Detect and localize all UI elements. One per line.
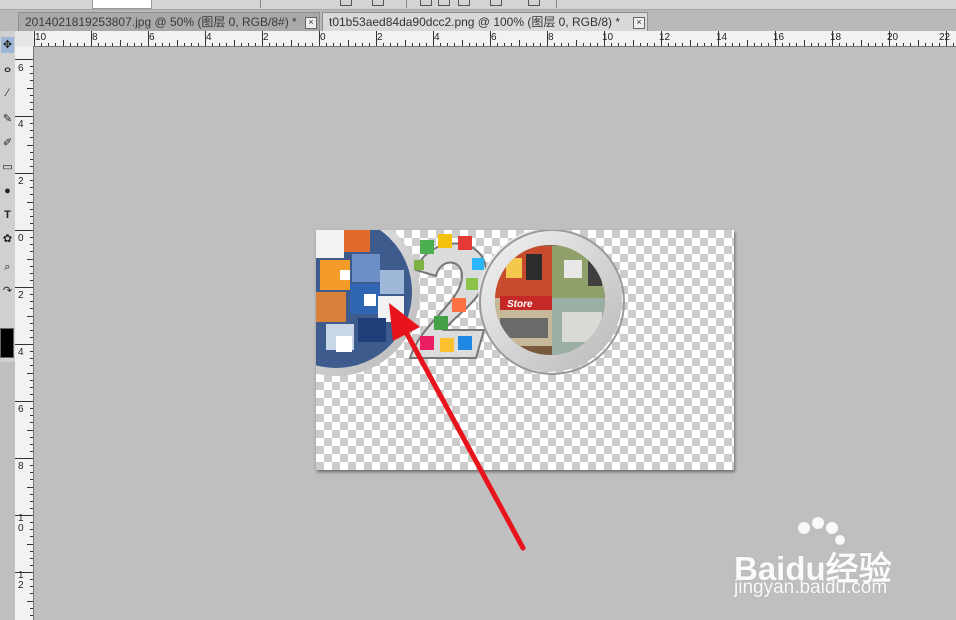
distribute-icon[interactable] (438, 0, 450, 6)
baidu-watermark: Baidu经验 jingyan.baidu.com (734, 514, 956, 620)
ruler-origin[interactable] (15, 31, 34, 47)
zoom-tool-icon[interactable]: ⌕ (1, 259, 14, 275)
ruler-label: 0 (18, 233, 24, 244)
options-bar (0, 0, 956, 10)
distribute-icon[interactable] (420, 0, 432, 6)
options-separator (556, 0, 557, 8)
type-tool-icon[interactable]: T (1, 207, 14, 223)
close-icon[interactable]: × (305, 17, 317, 29)
ruler-label: 4 (18, 119, 24, 130)
brush-tool-icon[interactable]: ✎ (1, 111, 14, 127)
watermark-url: jingyan.baidu.com (734, 577, 888, 598)
ruler-label: 4 (18, 347, 24, 358)
ruler-label: 14 (716, 32, 728, 43)
tab-document-1-label: 2014021819253807.jpg @ 50% (图层 0, RGB/8#… (25, 15, 297, 29)
ruler-label: 0 (320, 32, 326, 43)
dodge-tool-icon[interactable]: ● (1, 183, 14, 199)
vertical-ruler[interactable]: 6 4 2 0 2 4 6 8 10 12 (15, 46, 34, 620)
ruler-label: 6 (18, 63, 24, 74)
horizontal-ruler[interactable]: 10 8 6 4 2 0 2 4 6 8 10 12 14 16 18 20 2… (33, 31, 956, 47)
document-canvas[interactable]: Store (316, 230, 734, 470)
options-separator (406, 0, 407, 8)
ruler-label: 22 (939, 32, 951, 43)
eyedropper-tool-icon[interactable]: ⁄ (1, 85, 14, 101)
ruler-label: 20 (887, 32, 899, 43)
ruler-label: 2 (377, 32, 383, 43)
ruler-label: 8 (92, 32, 98, 43)
ruler-label: 12 (659, 32, 671, 43)
ruler-label: 12 (18, 570, 24, 591)
document-tab-bar: 2014021819253807.jpg @ 50% (图层 0, RGB/8#… (0, 10, 956, 32)
align-icon[interactable] (372, 0, 384, 6)
eraser-tool-icon[interactable]: ▭ (1, 159, 14, 175)
ruler-label: 2 (263, 32, 269, 43)
ruler-label: 6 (149, 32, 155, 43)
ruler-label: 2 (18, 176, 24, 187)
history-brush-tool-icon[interactable]: ✐ (1, 135, 14, 151)
ruler-label: 8 (548, 32, 554, 43)
shape-tool-icon[interactable]: ✿ (1, 231, 14, 247)
ruler-label: 2 (18, 290, 24, 301)
tab-document-2[interactable]: t01b53aed84da90dcc2.png @ 100% (图层 0, RG… (322, 12, 648, 32)
align-icon[interactable] (340, 0, 352, 6)
ruler-label: 10 (35, 32, 47, 43)
distribute-icon[interactable] (490, 0, 502, 6)
store-sign-text: Store (507, 299, 533, 310)
foreground-color-swatch[interactable] (0, 328, 14, 358)
ruler-label: 18 (830, 32, 842, 43)
ruler-label: 8 (18, 461, 24, 472)
tools-panel: ✥ ⴰ ⁄ ✎ ✐ ▭ ● T ✿ ⌕ ↷ (0, 31, 16, 362)
lasso-tool-icon[interactable]: ⴰ (1, 61, 14, 77)
ruler-label: 10 (602, 32, 614, 43)
ruler-label: 4 (434, 32, 440, 43)
ruler-label: 10 (18, 513, 24, 534)
move-tool-icon[interactable]: ✥ (1, 37, 14, 53)
ruler-label: 16 (773, 32, 785, 43)
option-field[interactable] (92, 0, 152, 9)
tab-document-2-label: t01b53aed84da90dcc2.png @ 100% (图层 0, RG… (329, 15, 621, 29)
ruler-label: 6 (18, 404, 24, 415)
ruler-label: 4 (206, 32, 212, 43)
close-icon[interactable]: × (633, 17, 645, 29)
options-separator (260, 0, 261, 8)
distribute-icon[interactable] (458, 0, 470, 6)
tab-document-1[interactable]: 2014021819253807.jpg @ 50% (图层 0, RGB/8#… (18, 12, 320, 31)
o2o-logo-image: Store (316, 230, 625, 376)
distribute-icon[interactable] (528, 0, 540, 6)
swap-colors-icon[interactable]: ↷ (1, 283, 14, 299)
ruler-label: 6 (491, 32, 497, 43)
